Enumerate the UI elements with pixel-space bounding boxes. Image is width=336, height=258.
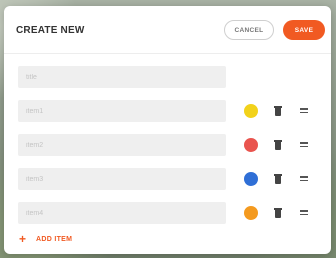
- create-new-dialog: CREATE NEW CANCEL SAVE + ADD ITEM: [4, 6, 331, 254]
- dialog-title: CREATE NEW: [16, 25, 85, 36]
- add-item-label: ADD ITEM: [36, 235, 73, 243]
- item-4-tools: [4, 202, 331, 224]
- drag-handle-icon[interactable]: [300, 108, 308, 113]
- item-1-tools: [4, 100, 331, 122]
- color-swatch-item-1[interactable]: [244, 104, 258, 118]
- item-3-tools: [4, 168, 331, 190]
- color-swatch-item-4[interactable]: [244, 206, 258, 220]
- trash-icon[interactable]: [274, 208, 282, 218]
- trash-icon[interactable]: [274, 106, 282, 116]
- title-input[interactable]: [18, 66, 226, 88]
- cancel-button[interactable]: CANCEL: [224, 20, 274, 40]
- color-swatch-item-2[interactable]: [244, 138, 258, 152]
- drag-handle-icon[interactable]: [300, 142, 308, 147]
- item-2-tools: [4, 134, 331, 156]
- drag-handle-icon[interactable]: [300, 176, 308, 181]
- trash-icon[interactable]: [274, 174, 282, 184]
- dialog-header: CREATE NEW CANCEL SAVE: [4, 6, 331, 54]
- save-button[interactable]: SAVE: [283, 20, 325, 40]
- color-swatch-item-3[interactable]: [244, 172, 258, 186]
- add-item-button[interactable]: + ADD ITEM: [19, 232, 72, 246]
- plus-icon: +: [19, 232, 27, 246]
- trash-icon[interactable]: [274, 140, 282, 150]
- drag-handle-icon[interactable]: [300, 210, 308, 215]
